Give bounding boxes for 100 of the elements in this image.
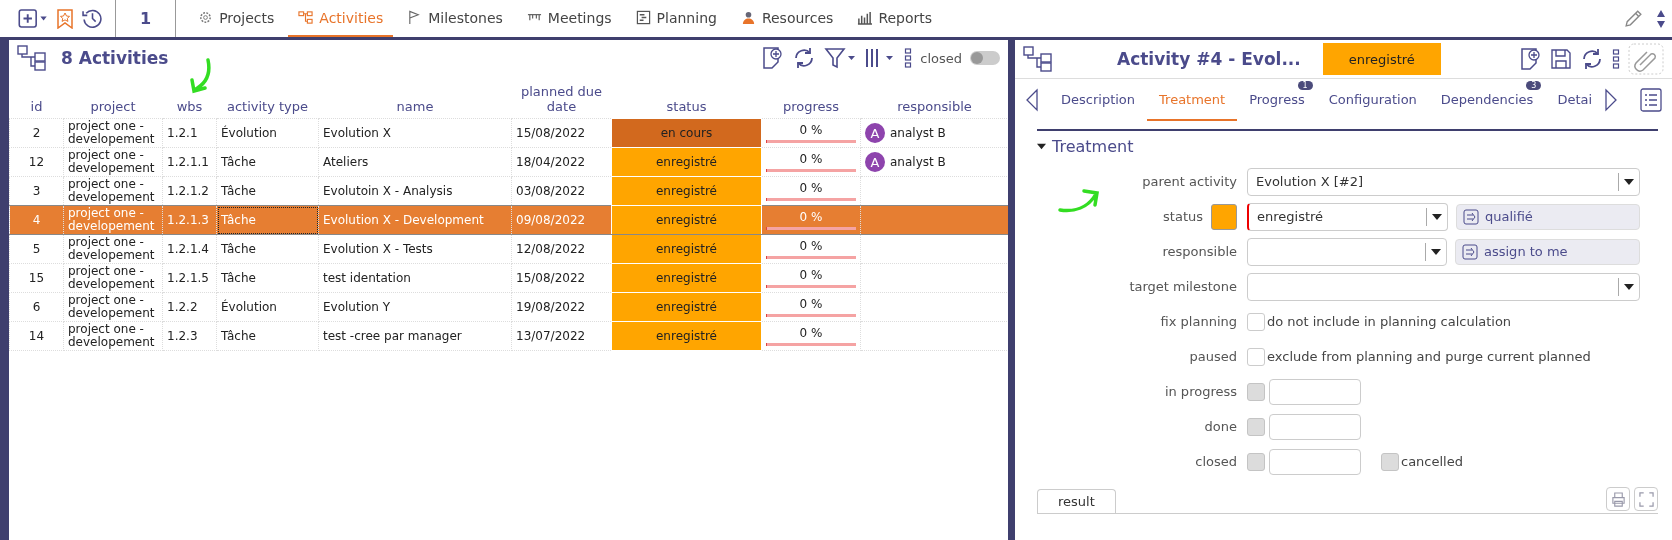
- table-cell: 14: [9, 321, 64, 351]
- filter-icon[interactable]: [824, 46, 857, 70]
- refresh-icon[interactable]: [1580, 47, 1604, 71]
- bookmark-star-icon[interactable]: [56, 8, 74, 29]
- column-header[interactable]: status: [611, 76, 762, 119]
- status-cell: enregistré: [611, 321, 762, 351]
- select-field[interactable]: [1247, 272, 1640, 301]
- field-label: fix planning: [1159, 314, 1237, 329]
- dropdown-caret-icon[interactable]: [1624, 178, 1634, 185]
- table-cell: 1.2.1.5: [162, 263, 217, 293]
- paperclip-icon[interactable]: [1628, 43, 1664, 75]
- gear-icon: [198, 10, 214, 25]
- menu-tab[interactable]: Projects: [188, 0, 285, 37]
- tab[interactable]: Description: [1049, 79, 1148, 121]
- add-icon[interactable]: [18, 9, 48, 28]
- counter: 1: [116, 0, 177, 37]
- table-cell: 1.2.1: [162, 118, 217, 148]
- table-cell: Evolution Y: [318, 292, 512, 322]
- column-header[interactable]: planned due date: [511, 76, 612, 119]
- table-cell: 1.2.3: [162, 321, 217, 351]
- status-cell: enregistré: [611, 292, 762, 322]
- menu-tab[interactable]: Meetings: [516, 0, 622, 37]
- status-button[interactable]: qualifié: [1456, 203, 1640, 230]
- list-icon[interactable]: [1640, 88, 1662, 112]
- menu-tab[interactable]: Reports: [847, 0, 943, 37]
- add-document-icon[interactable]: [762, 46, 785, 70]
- progress-value: 0 %: [798, 268, 824, 282]
- table-row[interactable]: 15 project one - developement 1.2.1.5 Tâche test identation 15/08/2022 enregistré 0 %: [9, 263, 1009, 293]
- menu-tab[interactable]: Milestones: [397, 0, 513, 37]
- progress-value: 0 %: [798, 326, 824, 340]
- progress-value: 0 %: [798, 181, 824, 195]
- select-field[interactable]: [1247, 237, 1447, 266]
- more-icon[interactable]: [904, 47, 913, 69]
- next-icon[interactable]: [1604, 88, 1619, 112]
- select-field[interactable]: Evolution X [#2]: [1247, 167, 1640, 196]
- dropdown-caret-icon[interactable]: [1431, 248, 1441, 255]
- column-header[interactable]: activity type: [216, 76, 319, 119]
- select-field[interactable]: enregistré: [1247, 202, 1448, 231]
- table-cell: project one - developement: [63, 321, 163, 351]
- dropdown-caret-icon[interactable]: [1432, 213, 1442, 220]
- tab[interactable]: Progress 1: [1237, 79, 1317, 121]
- table-cell: project one - developement: [63, 205, 163, 235]
- count-badge: 3: [1526, 81, 1542, 90]
- avatar: A: [865, 123, 885, 143]
- date-field[interactable]: [1269, 413, 1361, 440]
- flag-icon: [407, 10, 423, 25]
- closed-toggle[interactable]: [970, 51, 1000, 65]
- table-row[interactable]: 6 project one - developement 1.2.2 Évolution Evolution Y 19/08/2022 enregistré 0 %: [9, 292, 1009, 322]
- save-icon[interactable]: [1550, 48, 1572, 70]
- tab[interactable]: Configuration: [1316, 79, 1429, 121]
- status-cell: enregistré: [611, 263, 762, 293]
- column-header[interactable]: responsible: [860, 76, 1009, 119]
- detail-title: Activity #4 - Evol...: [1117, 49, 1301, 69]
- date-field[interactable]: [1269, 378, 1361, 405]
- previous-icon[interactable]: [1025, 88, 1039, 112]
- column-header[interactable]: id: [9, 76, 64, 119]
- dropdown-caret-icon[interactable]: [1624, 283, 1634, 290]
- tab[interactable]: Dependencies 3: [1428, 79, 1546, 121]
- closed-label: closed: [920, 50, 962, 66]
- hierarchy-icon: [298, 10, 314, 25]
- table-cell: Tâche: [216, 234, 319, 264]
- table-cell: 1.2.2: [162, 292, 217, 322]
- pencil-icon[interactable]: [1623, 8, 1644, 29]
- assign-button[interactable]: assign to me: [1455, 238, 1640, 265]
- section-title: Treatment: [1052, 137, 1134, 156]
- table-cell: 6: [9, 292, 64, 322]
- checkbox[interactable]: [1247, 312, 1265, 331]
- date-field[interactable]: [1269, 448, 1361, 475]
- column-header[interactable]: wbs: [162, 76, 217, 119]
- annotation-arrow: [188, 58, 214, 96]
- history-icon[interactable]: [82, 8, 103, 29]
- column-header[interactable]: progress: [761, 76, 861, 119]
- field-label: status: [1163, 209, 1203, 224]
- checkbox[interactable]: [1247, 347, 1265, 366]
- table-cell: 15: [9, 263, 64, 293]
- more-icon[interactable]: [1612, 48, 1620, 70]
- print-icon[interactable]: [1610, 491, 1626, 507]
- tab[interactable]: Detai: [1545, 79, 1605, 121]
- menu-tab[interactable]: Planning: [625, 0, 727, 37]
- hierarchy-icon: [1023, 46, 1053, 72]
- collapse-caret-icon[interactable]: [1037, 142, 1046, 151]
- table-row[interactable]: 12 project one - developement 1.2.1.1 Tâche Ateliers 18/04/2022 enregistré 0 % A analyst B: [9, 147, 1009, 177]
- table-cell: 4: [9, 205, 64, 235]
- table-cell: Tâche: [216, 263, 319, 293]
- table-cell: Evolution X - Tests: [318, 234, 512, 264]
- status-cell: en cours: [611, 118, 762, 148]
- table-cell: Tâche: [216, 147, 319, 177]
- bar-chart-icon: [857, 10, 873, 25]
- table-row[interactable]: 4 project one - developement 1.2.1.3 Tâche Evolution X - Development 09/08/2022 enregistré 0 %: [9, 205, 1009, 235]
- field-label: done: [1203, 419, 1237, 434]
- table-row[interactable]: 5 project one - developement 1.2.1.4 Tâche Evolution X - Tests 12/08/2022 enregistré 0 %: [9, 234, 1009, 264]
- field-label: paused: [1188, 349, 1237, 364]
- column-header[interactable]: project: [63, 76, 163, 119]
- add-document-icon[interactable]: [1520, 47, 1542, 71]
- table-cell: test -cree par manager: [318, 321, 512, 351]
- menu-tab[interactable]: Resources: [730, 0, 844, 37]
- result-tab[interactable]: result: [1037, 489, 1116, 513]
- table-row[interactable]: 2 project one - developement 1.2.1 Évolution Evolution X 15/08/2022 en cours 0 % A analyst B: [9, 118, 1009, 148]
- column-header[interactable]: name: [318, 76, 512, 119]
- table-row[interactable]: 14 project one - developement 1.2.3 Tâche test -cree par manager 13/07/2022 enregistré 0 %: [9, 321, 1009, 351]
